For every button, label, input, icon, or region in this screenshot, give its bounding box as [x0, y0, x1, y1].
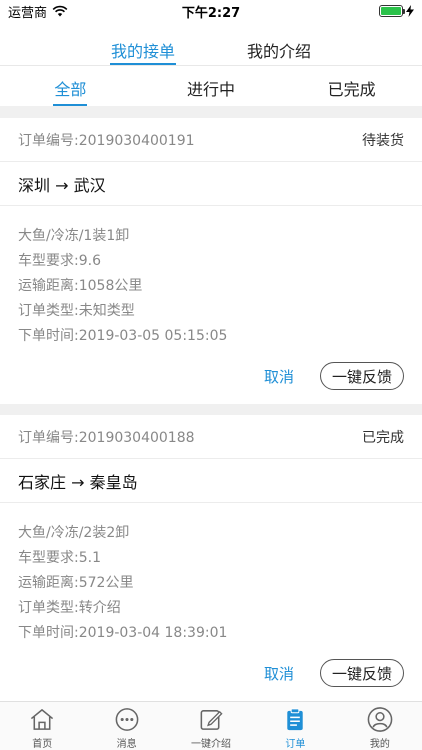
order-actions: 取消 一键反馈: [0, 646, 422, 700]
status-left: 运营商: [8, 2, 68, 21]
order-time: 下单时间:2019-03-04 18:39:01: [18, 625, 228, 641]
cancel-button[interactable]: 取消: [264, 663, 294, 684]
tab-home-label: 首页: [32, 739, 53, 750]
user-icon: [367, 707, 393, 732]
status-bar: 运营商 下午2:27: [0, 0, 422, 22]
order-card[interactable]: 订单编号:2019030400191 待装货 深圳 → 武汉 大鱼/冷冻/1装1…: [0, 118, 422, 403]
order-number: 订单编号:2019030400191: [18, 132, 195, 149]
order-route: 深圳 → 武汉: [0, 162, 422, 206]
tab-home[interactable]: 首页: [0, 702, 84, 750]
clipboard-icon: [287, 708, 304, 731]
carrier-label: 运营商: [8, 5, 48, 21]
order-card[interactable]: 订单编号:2019030400188 已完成 石家庄 → 秦皇岛 大鱼/冷冻/2…: [0, 415, 422, 700]
status-right: [379, 5, 414, 17]
edit-icon: [200, 710, 223, 730]
transport-distance: 运输距离:1058公里: [18, 278, 143, 294]
order-details: 大鱼/冷冻/2装2卸 车型要求:5.1 运输距离:572公里 订单类型:转介绍 …: [0, 503, 422, 646]
tab-profile-label: 我的: [369, 739, 390, 750]
tab-referral[interactable]: 一键介绍: [169, 702, 253, 750]
order-status: 已完成: [362, 429, 404, 446]
feedback-button[interactable]: 一键反馈: [320, 659, 404, 687]
filter-completed[interactable]: 已完成: [281, 66, 422, 106]
order-type: 订单类型:未知类型: [18, 303, 135, 319]
feedback-button[interactable]: 一键反馈: [320, 362, 404, 390]
vehicle-requirement: 车型要求:9.6: [18, 253, 101, 269]
cancel-button[interactable]: 取消: [264, 366, 294, 387]
tab-my-referrals[interactable]: 我的介绍: [238, 30, 320, 65]
order-header: 订单编号:2019030400191 待装货: [0, 118, 422, 162]
vehicle-requirement: 车型要求:5.1: [18, 550, 101, 566]
battery-icon: [379, 5, 405, 17]
tab-messages-label: 消息: [116, 739, 137, 750]
order-details: 大鱼/冷冻/1装1卸 车型要求:9.6 运输距离:1058公里 订单类型:未知类…: [0, 206, 422, 349]
filter-all[interactable]: 全部: [0, 66, 141, 106]
transport-distance: 运输距离:572公里: [18, 575, 134, 591]
cargo-info: 大鱼/冷冻/2装2卸: [18, 525, 130, 541]
home-icon: [31, 709, 54, 730]
tab-messages[interactable]: 消息: [84, 702, 168, 750]
tab-profile[interactable]: 我的: [338, 702, 422, 750]
divider: [0, 106, 422, 118]
order-status: 待装货: [362, 132, 404, 149]
divider: [0, 404, 422, 415]
tab-orders[interactable]: 订单: [253, 702, 337, 750]
order-header: 订单编号:2019030400188 已完成: [0, 415, 422, 459]
top-segment-tabs: 我的接单 我的介绍: [0, 30, 422, 66]
tab-my-orders[interactable]: 我的接单: [102, 30, 184, 65]
filter-in-progress[interactable]: 进行中: [141, 66, 282, 106]
cargo-info: 大鱼/冷冻/1装1卸: [18, 228, 130, 244]
order-route: 石家庄 → 秦皇岛: [0, 459, 422, 503]
tab-referral-label: 一键介绍: [191, 739, 232, 750]
wifi-icon: [52, 5, 68, 17]
tab-orders-label: 订单: [285, 739, 306, 750]
order-time: 下单时间:2019-03-05 05:15:05: [18, 328, 228, 344]
order-type: 订单类型:转介绍: [18, 600, 121, 616]
order-actions: 取消 一键反馈: [0, 349, 422, 403]
bottom-tab-bar: 首页 消息 一键介绍 订单 我的: [0, 701, 422, 750]
charging-icon: [406, 5, 414, 17]
message-icon: [115, 708, 138, 731]
order-number: 订单编号:2019030400188: [18, 429, 195, 446]
filter-tabs: 全部 进行中 已完成: [0, 66, 422, 106]
